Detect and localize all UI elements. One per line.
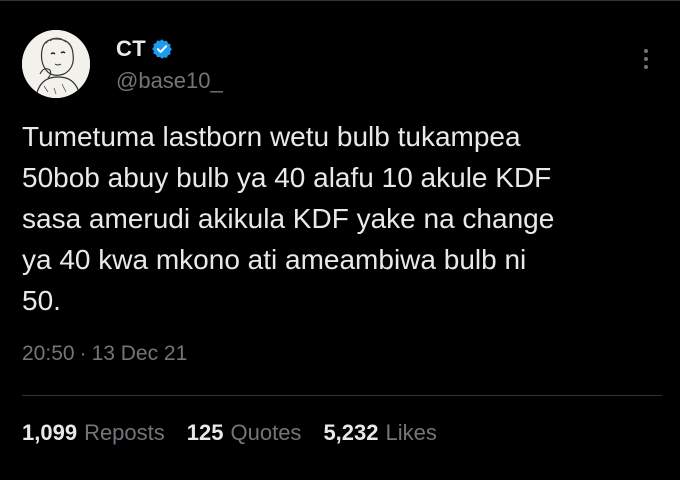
top-border	[0, 0, 680, 1]
more-options-button[interactable]	[634, 44, 658, 74]
reposts-stat[interactable]: 1,099 Reposts	[22, 420, 165, 446]
author-name-row: CT	[116, 36, 173, 62]
engagement-stats: 1,099 Reposts 125 Quotes 5,232 Likes	[22, 420, 459, 446]
tweet-timestamp[interactable]: 20:50 · 13 Dec 21	[22, 342, 187, 366]
likes-stat[interactable]: 5,232 Likes	[323, 420, 436, 446]
likes-count: 5,232	[323, 420, 379, 445]
more-vertical-icon-dot	[644, 65, 648, 69]
sketch-baby-avatar-icon	[22, 30, 90, 98]
divider	[22, 395, 662, 396]
author-display-name[interactable]: CT	[116, 36, 146, 62]
more-vertical-icon	[644, 49, 648, 53]
tweet-date[interactable]: 13 Dec 21	[92, 342, 188, 366]
quotes-stat[interactable]: 125 Quotes	[187, 420, 302, 446]
reposts-count: 1,099	[22, 420, 78, 445]
tweet-time[interactable]: 20:50	[22, 342, 75, 366]
quotes-count: 125	[186, 420, 224, 445]
more-vertical-icon-dot	[644, 57, 648, 61]
author-handle[interactable]: @base10_	[116, 68, 223, 94]
timestamp-separator: ·	[79, 342, 87, 365]
likes-label: Likes	[385, 420, 437, 445]
verified-badge-icon	[151, 38, 173, 60]
quotes-label: Quotes	[230, 420, 302, 445]
avatar[interactable]	[22, 30, 90, 98]
reposts-label: Reposts	[84, 420, 165, 445]
tweet-text: Tumetuma lastborn wetu bulb tukampea 50b…	[22, 121, 555, 316]
